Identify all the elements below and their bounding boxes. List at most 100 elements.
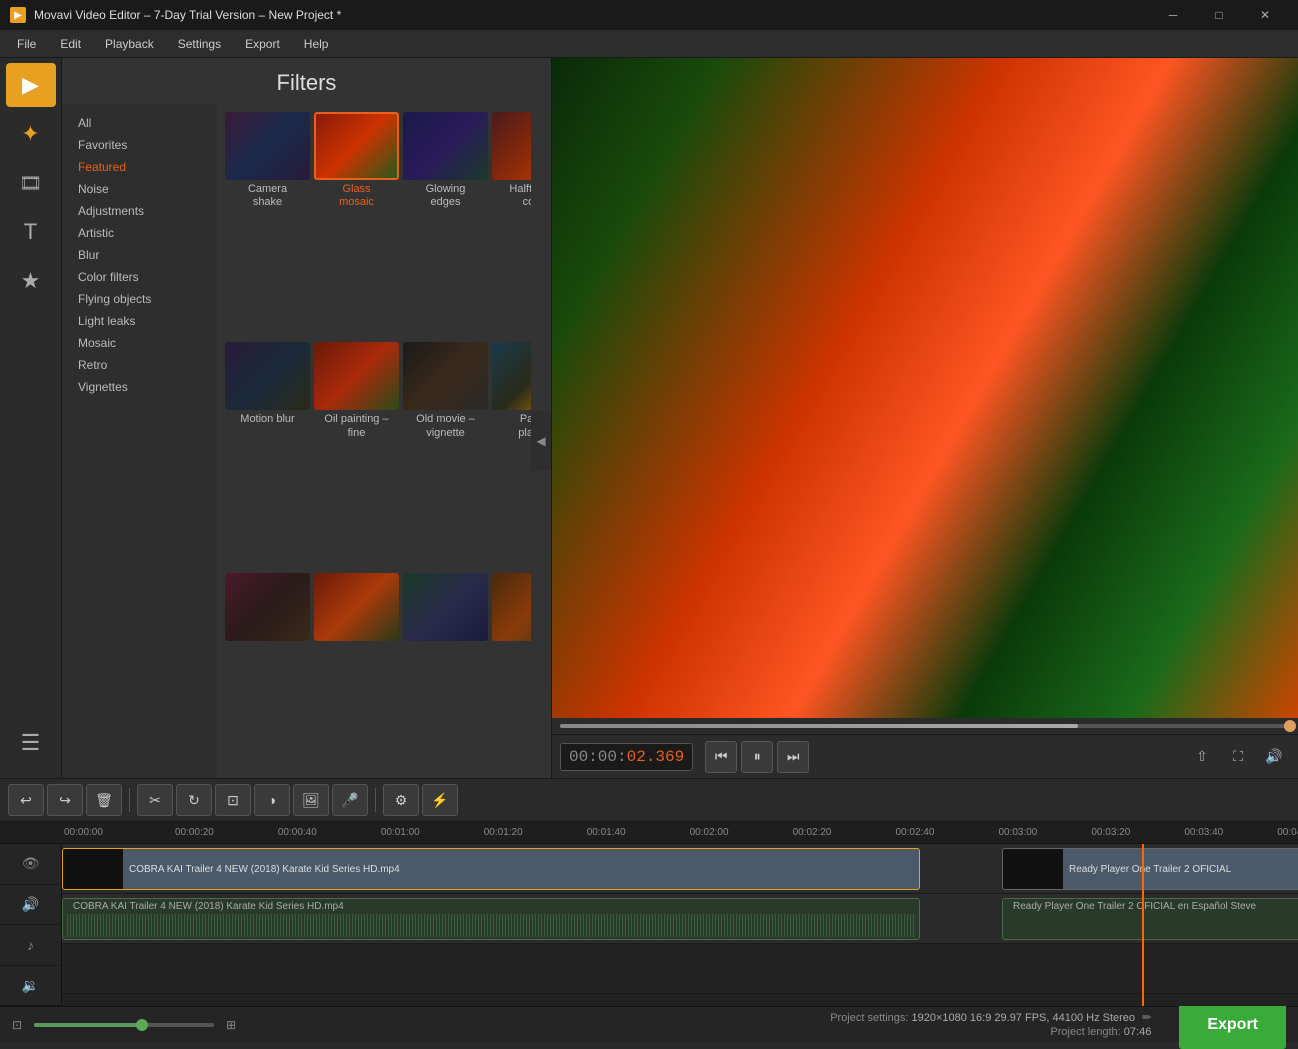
adjustments-button[interactable]: ⚡ — [422, 784, 458, 816]
ruler-time-220: 00:02:20 — [791, 827, 834, 838]
crop-button[interactable]: ⊡ — [215, 784, 251, 816]
filter-item-motion-blur[interactable]: Motion blur — [225, 342, 310, 568]
export-button[interactable]: Export — [1179, 1001, 1286, 1049]
scale-slider[interactable] — [34, 1023, 214, 1027]
fullscreen-button[interactable]: ⛶ — [1222, 741, 1254, 773]
ruler-time-0: 00:00:00 — [62, 827, 105, 838]
skip-back-button[interactable]: ⏮ — [705, 741, 737, 773]
skip-forward-button[interactable]: ⏭ — [777, 741, 809, 773]
ruler-time-20: 00:00:20 — [173, 827, 216, 838]
main-area: ▶ ✦ 🎞 T ★ ☰ Filters All Favorites Featur… — [0, 58, 1298, 778]
filter-name-oil-painting: Oil painting –fine — [324, 413, 388, 439]
progress-bar-area[interactable] — [552, 718, 1298, 734]
image-button[interactable]: 🖼 — [293, 784, 329, 816]
filters-title: Filters — [62, 58, 551, 104]
minimize-button[interactable]: ─ — [1150, 0, 1196, 30]
timecode-prefix: 00:00: — [569, 748, 627, 766]
scale-increase-icon[interactable]: ⊞ — [226, 1018, 236, 1032]
edit-settings-icon[interactable]: ✏ — [1142, 1012, 1151, 1024]
filter-name-camera-shake: Camerashake — [248, 183, 287, 209]
sidebar-item-menu[interactable]: ☰ — [6, 721, 56, 765]
progress-track[interactable] — [560, 724, 1290, 728]
progress-thumb[interactable] — [1284, 720, 1296, 732]
video-clip-2[interactable]: Ready Player One Trailer 2 OFICIAL — [1002, 848, 1298, 890]
audio-clip-2[interactable]: Ready Player One Trailer 2 OFICIAL en Es… — [1002, 898, 1298, 940]
scale-bar: ⊡ ⊞ Project settings: 1920×1080 16:9 29.… — [0, 1006, 1298, 1042]
filter-cat-color-filters[interactable]: Color filters — [62, 266, 217, 288]
filter-name-glowing-edges: Glowingedges — [426, 183, 466, 209]
filter-cat-featured[interactable]: Featured — [62, 156, 217, 178]
menu-file[interactable]: File — [5, 33, 48, 55]
filter-cat-blur[interactable]: Blur — [62, 244, 217, 266]
tracks-container[interactable]: COBRA KAI Trailer 4 NEW (2018) Karate Ki… — [62, 844, 1298, 1006]
volume-button[interactable]: 🔊 — [1258, 741, 1290, 773]
sidebar-item-favorites[interactable]: ★ — [6, 259, 56, 303]
filter-item-glass-mosaic[interactable]: Glassmosaic — [314, 112, 399, 338]
cut-button[interactable]: ✂ — [137, 784, 173, 816]
menu-edit[interactable]: Edit — [48, 33, 93, 55]
filter-item-paper-planes[interactable]: Paperplanes — [492, 342, 531, 568]
filter-item-r3[interactable] — [403, 573, 488, 770]
filter-item-halftone-color[interactable]: Halftone –color — [492, 112, 531, 338]
track-header-eye[interactable]: 👁 — [0, 844, 61, 885]
filter-cat-favorites[interactable]: Favorites — [62, 134, 217, 156]
filter-name-paper-planes: Paperplanes — [518, 413, 531, 439]
filter-thumb-paper-planes — [492, 342, 531, 410]
video-clip-label-1: COBRA KAI Trailer 4 NEW (2018) Karate Ki… — [123, 864, 406, 875]
filter-categories: All Favorites Featured Noise Adjustments… — [62, 104, 217, 778]
filter-cat-all[interactable]: All — [62, 112, 217, 134]
filter-cat-noise[interactable]: Noise — [62, 178, 217, 200]
close-button[interactable]: ✕ — [1242, 0, 1288, 30]
filter-item-r4[interactable] — [492, 573, 531, 770]
maximize-button[interactable]: □ — [1196, 0, 1242, 30]
track-header-voice[interactable]: 🔉 — [0, 966, 61, 1007]
filter-cat-mosaic[interactable]: Mosaic — [62, 332, 217, 354]
sidebar-item-effects[interactable]: ✦ — [6, 112, 56, 156]
delete-button[interactable]: 🗑 — [86, 784, 122, 816]
filters-body: All Favorites Featured Noise Adjustments… — [62, 104, 551, 778]
settings-button[interactable]: ⚙ — [383, 784, 419, 816]
sidebar-item-media[interactable]: ▶ — [6, 63, 56, 107]
filter-item-r1[interactable] — [225, 573, 310, 770]
undo-button[interactable]: ↩ — [8, 784, 44, 816]
sidebar-item-video[interactable]: 🎞 — [6, 161, 56, 205]
filter-cat-adjustments[interactable]: Adjustments — [62, 200, 217, 222]
export-frame-button[interactable]: ⇧ — [1186, 741, 1218, 773]
filter-cat-retro[interactable]: Retro — [62, 354, 217, 376]
sidebar-item-text[interactable]: T — [6, 210, 56, 254]
project-length-label: Project length: — [1050, 1026, 1120, 1038]
filter-cat-artistic[interactable]: Artistic — [62, 222, 217, 244]
filter-item-old-movie[interactable]: Old movie –vignette — [403, 342, 488, 568]
audio-clip-1[interactable]: COBRA KAI Trailer 4 NEW (2018) Karate Ki… — [62, 898, 920, 940]
panel-collapse-button[interactable]: ◀ — [531, 411, 551, 471]
progress-fill — [560, 724, 1078, 728]
filter-item-glowing-edges[interactable]: Glowingedges — [403, 112, 488, 338]
video-clip-1[interactable]: COBRA KAI Trailer 4 NEW (2018) Karate Ki… — [62, 848, 920, 890]
audio-waveform-1 — [67, 914, 915, 937]
filter-item-oil-painting[interactable]: Oil painting –fine — [314, 342, 399, 568]
color-button[interactable]: ◑ — [254, 784, 290, 816]
project-length-line: Project length: 07:46 — [1050, 1026, 1151, 1038]
menu-help[interactable]: Help — [292, 33, 341, 55]
filter-item-camera-shake[interactable]: Camerashake — [225, 112, 310, 338]
filter-item-r2[interactable] — [314, 573, 399, 770]
track-header-music[interactable]: ♪ — [0, 925, 61, 966]
ruler-time-100: 00:01:00 — [379, 827, 422, 838]
filter-cat-vignettes[interactable]: Vignettes — [62, 376, 217, 398]
filter-thumb-r4 — [492, 573, 531, 641]
scale-decrease-icon[interactable]: ⊡ — [12, 1018, 22, 1032]
filter-cat-flying-objects[interactable]: Flying objects — [62, 288, 217, 310]
filters-panel: Filters All Favorites Featured Noise Adj… — [62, 58, 552, 778]
track-header-audio[interactable]: 🔊 — [0, 885, 61, 926]
audio-button[interactable]: 🎤 — [332, 784, 368, 816]
menu-playback[interactable]: Playback — [93, 33, 166, 55]
scale-thumb[interactable] — [136, 1019, 148, 1031]
timeline-area: 00:00:00 00:00:20 00:00:40 00:01:00 00:0… — [0, 822, 1298, 1042]
play-pause-button[interactable]: ⏸ — [741, 741, 773, 773]
voice-track — [62, 994, 1298, 1006]
menu-export[interactable]: Export — [233, 33, 292, 55]
filter-cat-light-leaks[interactable]: Light leaks — [62, 310, 217, 332]
rotate-button[interactable]: ↻ — [176, 784, 212, 816]
redo-button[interactable]: ↪ — [47, 784, 83, 816]
menu-settings[interactable]: Settings — [166, 33, 233, 55]
